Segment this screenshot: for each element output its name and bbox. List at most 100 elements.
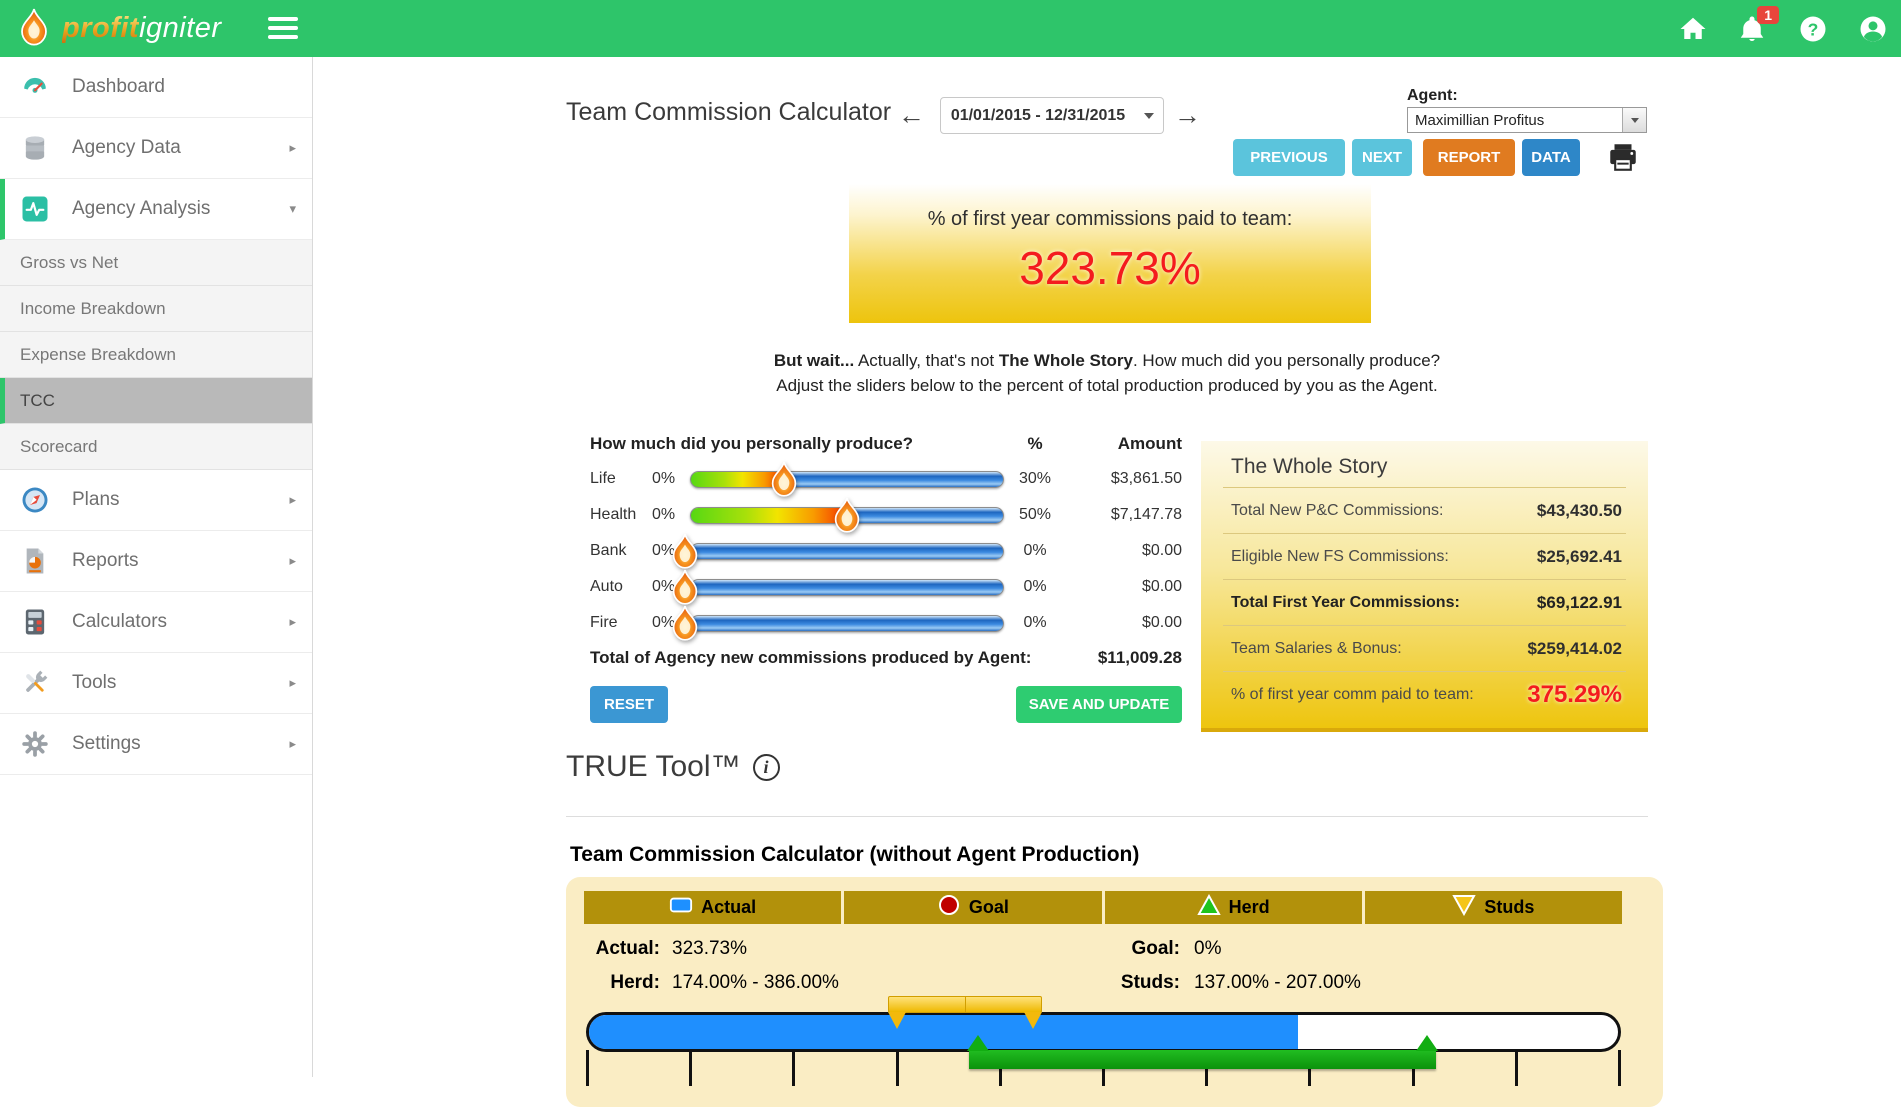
sidebar-item-agency-analysis[interactable]: Agency Analysis▾: [0, 179, 312, 240]
sidebar-item-plans[interactable]: Plans▸: [0, 470, 312, 531]
line-label: Bank: [590, 542, 626, 560]
green-triangle-up-icon: [1197, 894, 1221, 921]
brand-name: profitigniter: [62, 12, 222, 45]
sidebar-item-gross-vs-net[interactable]: Gross vs Net: [0, 240, 312, 286]
agent-select-value: Maximillian Profitus: [1408, 112, 1622, 129]
sidebar-item-dashboard[interactable]: Dashboard: [0, 57, 312, 118]
callout-text-part: Actually, that's not: [854, 351, 999, 370]
callout-text-part: The Whole Story: [999, 351, 1133, 370]
stat-label-herd: Herd:: [500, 972, 660, 994]
help-icon[interactable]: ?: [1798, 14, 1828, 44]
yellow-triangle-down-icon: [1452, 894, 1476, 921]
sidebar-item-label: Agency Analysis: [72, 198, 210, 220]
production-slider-track[interactable]: [690, 543, 1004, 560]
date-range-field[interactable]: 01/01/2015 - 12/31/2015: [940, 97, 1136, 134]
line-min-pct: 0%: [652, 506, 675, 524]
flame-logo-icon: [14, 8, 54, 48]
producer-total-row: Total of Agency new commissions produced…: [590, 648, 1182, 668]
report-button[interactable]: REPORT: [1423, 139, 1515, 176]
producer-row-fire: Fire0%0%$0.00: [590, 606, 1182, 642]
sidebar-item-settings[interactable]: Settings▸: [0, 714, 312, 775]
production-slider-track[interactable]: [690, 471, 1004, 488]
legend-actual[interactable]: Actual: [584, 891, 841, 924]
sidebar-item-agency-data[interactable]: Agency Data▸: [0, 118, 312, 179]
sidebar-item-label: Reports: [72, 550, 139, 572]
legend-label: Studs: [1484, 897, 1534, 918]
sidebar-item-tcc[interactable]: TCC: [0, 378, 312, 424]
gauge-actual-fill: [589, 1015, 1298, 1049]
sidebar-item-scorecard[interactable]: Scorecard: [0, 424, 312, 470]
sidebar-item-expense-breakdown[interactable]: Expense Breakdown: [0, 332, 312, 378]
amount-column-header: Amount: [1042, 434, 1182, 454]
whole-story-value: $259,414.02: [1527, 639, 1622, 659]
brand-logo[interactable]: profitigniter: [14, 8, 222, 48]
sidebar-item-label: Scorecard: [20, 437, 97, 457]
production-slider-track[interactable]: [690, 579, 1004, 596]
save-and-update-button[interactable]: SAVE AND UPDATE: [1016, 686, 1182, 723]
whole-story-value: $69,122.91: [1537, 593, 1622, 613]
legend-herd[interactable]: Herd: [1105, 891, 1362, 924]
legend-studs[interactable]: Studs: [1365, 891, 1622, 924]
gauge-tick: [689, 1050, 692, 1086]
whole-story-title: The Whole Story: [1201, 441, 1648, 487]
sidebar-item-income-breakdown[interactable]: Income Breakdown: [0, 286, 312, 332]
sidebar-item-label: TCC: [20, 391, 55, 411]
line-label: Fire: [590, 614, 618, 632]
whole-story-label: Eligible New FS Commissions:: [1231, 548, 1537, 566]
legend-goal[interactable]: Goal: [844, 891, 1101, 924]
gauge-tick: [1515, 1050, 1518, 1086]
account-icon[interactable]: [1858, 14, 1888, 44]
compass-icon: [20, 485, 50, 515]
stat-value: 137.00% - 207.00%: [1194, 972, 1361, 994]
line-label: Life: [590, 470, 616, 488]
chevron-right-icon: ▸: [289, 553, 296, 569]
sidebar-item-calculators[interactable]: Calculators▸: [0, 592, 312, 653]
callout-text-part: But wait...: [774, 351, 854, 370]
sidebar-item-reports[interactable]: Reports ▸: [0, 531, 312, 592]
report-icon: [20, 546, 50, 576]
whole-story-row: Total First Year Commissions:$69,122.91: [1223, 579, 1626, 625]
sidebar-item-tools[interactable]: Tools▸: [0, 653, 312, 714]
stat-label-studs: Studs:: [1020, 972, 1180, 994]
whole-story-value: 375.29%: [1527, 681, 1622, 709]
calculator-icon: [20, 607, 50, 637]
legend-label: Actual: [701, 897, 756, 918]
tools-icon: [20, 668, 50, 698]
flame-slider-thumb[interactable]: [828, 497, 866, 535]
sidebar-item-label: Tools: [72, 672, 116, 694]
svg-text:?: ?: [1808, 19, 1819, 39]
notifications-bell-icon[interactable]: 1: [1737, 14, 1767, 44]
info-icon[interactable]: i: [753, 754, 780, 781]
callout-text: But wait... Actually, that's not The Who…: [566, 348, 1648, 398]
sidebar-item-label: Gross vs Net: [20, 253, 118, 273]
previous-button[interactable]: PREVIOUS: [1233, 139, 1345, 176]
production-slider-track[interactable]: [690, 615, 1004, 632]
line-amount-value: $7,147.78: [1042, 506, 1182, 524]
agent-select[interactable]: Maximillian Profitus: [1407, 107, 1647, 133]
whole-story-row: Eligible New FS Commissions:$25,692.41: [1223, 533, 1626, 579]
previous-period-arrow[interactable]: ←: [898, 100, 925, 131]
producer-row-health: Health0%50%$7,147.78: [590, 498, 1182, 534]
data-button[interactable]: DATA: [1522, 139, 1580, 176]
line-amount-value: $0.00: [1042, 614, 1182, 632]
database-icon: [20, 133, 50, 163]
legend-label: Goal: [969, 897, 1009, 918]
next-period-arrow[interactable]: →: [1174, 100, 1201, 131]
date-range-dropdown-button[interactable]: [1135, 97, 1164, 134]
flame-slider-thumb[interactable]: [666, 569, 704, 607]
flame-slider-thumb[interactable]: [765, 461, 803, 499]
next-button[interactable]: NEXT: [1352, 139, 1412, 176]
whole-story-row: Team Salaries & Bonus:$259,414.02: [1223, 625, 1626, 671]
legend-label: Herd: [1229, 897, 1270, 918]
home-icon[interactable]: [1678, 14, 1708, 44]
callout-line2: Adjust the sliders below to the percent …: [566, 373, 1648, 398]
top-header: profitigniter 1 ?: [0, 0, 1901, 57]
flame-slider-thumb[interactable]: [666, 605, 704, 643]
print-icon[interactable]: [1606, 140, 1640, 174]
flame-slider-thumb[interactable]: [666, 533, 704, 571]
reset-button[interactable]: RESET: [590, 686, 668, 723]
whole-story-value: $25,692.41: [1537, 547, 1622, 567]
callout-line1: But wait... Actually, that's not The Who…: [566, 348, 1648, 373]
line-amount-value: $0.00: [1042, 578, 1182, 596]
hamburger-menu-icon[interactable]: [268, 17, 298, 39]
